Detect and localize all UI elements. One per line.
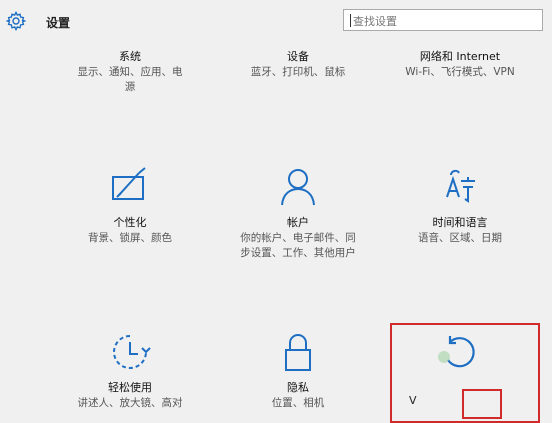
tile-privacy[interactable]: 隐私 位置、相机 <box>233 332 363 411</box>
time-language-icon <box>395 167 525 211</box>
privacy-lock-icon <box>233 332 363 376</box>
tile-time-language[interactable]: 时间和语言 语音、区域、日期 <box>395 167 525 246</box>
tile-accounts[interactable]: 帐户 你的帐户、电子邮件、同步设置、工作、其他用户 <box>233 167 363 261</box>
update-refresh-icon <box>430 330 490 374</box>
tile-system[interactable]: 系统 显示、通知、应用、电源 <box>65 50 195 95</box>
tile-devices[interactable]: 设备 蓝牙、打印机、鼠标 <box>233 50 363 80</box>
tile-devices-desc: 蓝牙、打印机、鼠标 <box>250 66 346 78</box>
tile-time-language-name: 时间和语言 <box>432 216 488 229</box>
tile-network[interactable]: 网络和 Internet Wi-Fi、飞行模式、VPN <box>395 50 525 80</box>
tile-devices-name: 设备 <box>287 50 309 63</box>
tile-system-name: 系统 <box>119 50 141 63</box>
page-title: 设置 <box>46 16 71 30</box>
tile-time-language-desc: 语音、区域、日期 <box>418 232 502 244</box>
update-inner-highlight-box[interactable] <box>462 389 502 419</box>
account-icon <box>233 167 363 211</box>
tile-network-desc: Wi-Fi、飞行模式、VPN <box>405 66 515 78</box>
tile-personalization-desc: 背景、锁屏、颜色 <box>88 232 172 244</box>
tile-accounts-desc: 你的帐户、电子邮件、同步设置、工作、其他用户 <box>240 232 356 259</box>
tile-personalization[interactable]: 个性化 背景、锁屏、颜色 <box>65 167 195 246</box>
gear-icon[interactable] <box>5 10 27 32</box>
tile-privacy-name: 隐私 <box>287 381 309 394</box>
tile-ease-of-access[interactable]: 轻松使用 讲述人、放大镜、高对 <box>65 332 195 411</box>
personalization-icon <box>65 167 195 211</box>
header-bar: 设置 查找设置 <box>0 0 552 42</box>
ease-of-access-icon <box>65 332 195 376</box>
tile-network-name: 网络和 Internet <box>419 50 501 63</box>
tile-personalization-name: 个性化 <box>113 216 147 229</box>
partial-label-letter: V <box>409 394 417 407</box>
tile-accounts-name: 帐户 <box>287 216 309 229</box>
tile-system-desc: 显示、通知、应用、电源 <box>77 66 183 93</box>
search-input[interactable]: 查找设置 <box>343 9 543 31</box>
tile-ease-of-access-name: 轻松使用 <box>108 381 152 394</box>
